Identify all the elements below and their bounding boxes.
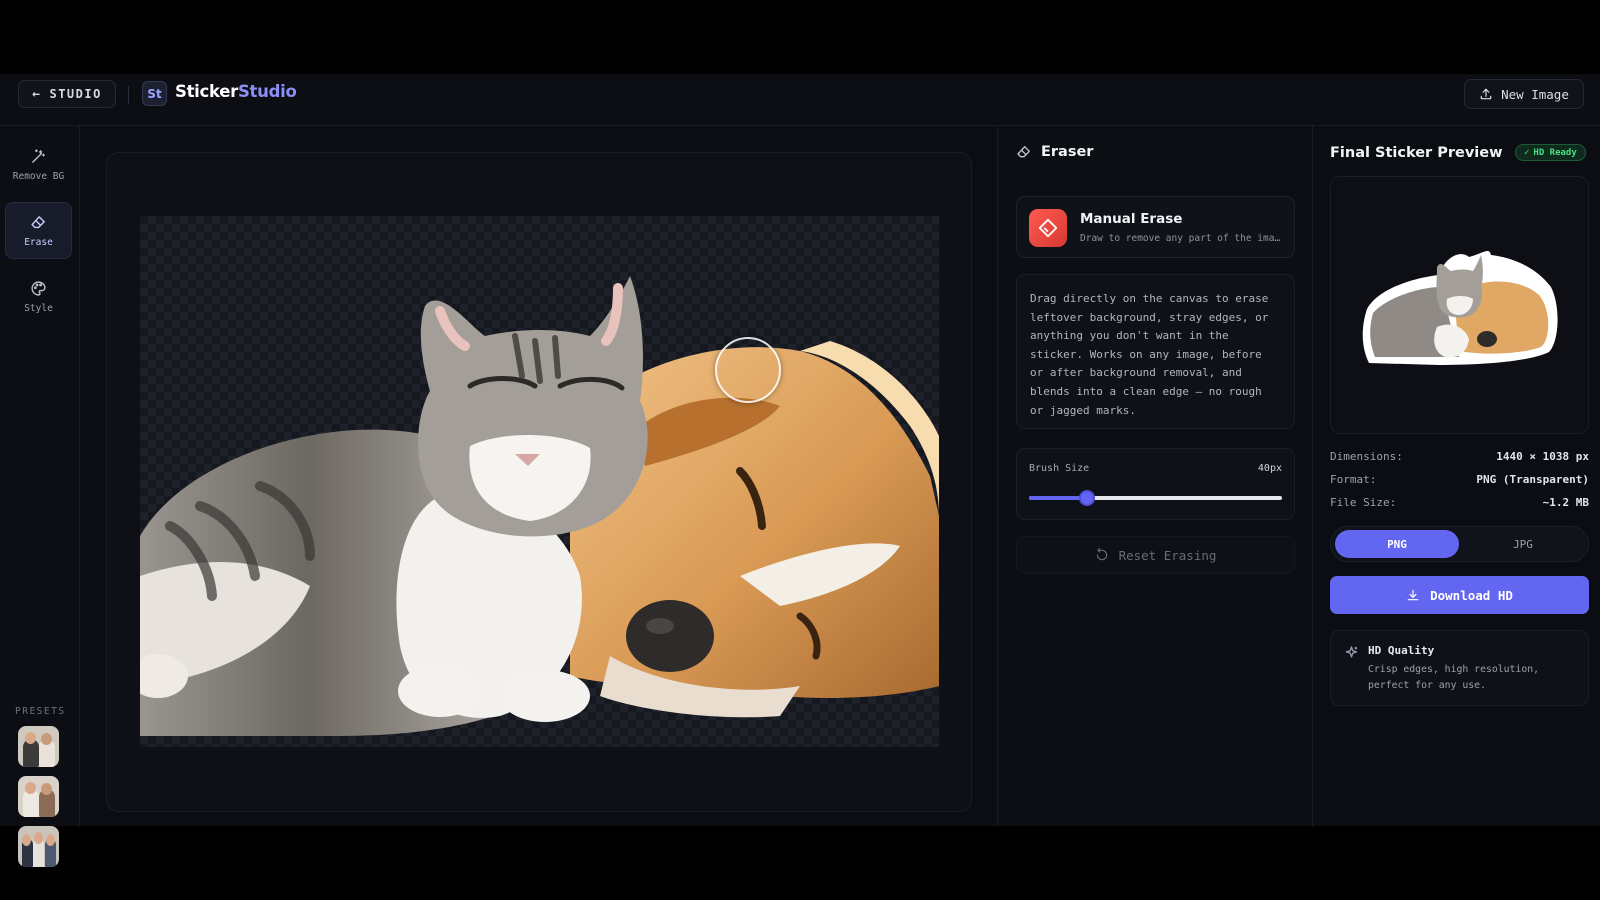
tool-style[interactable]: Style	[5, 268, 72, 325]
panel-title-text: Eraser	[1041, 144, 1094, 160]
sticker-preview-box	[1330, 176, 1589, 434]
brush-size-control: Brush Size 40px	[1016, 448, 1295, 520]
magic-wand-icon	[32, 148, 45, 163]
arrow-left-icon: ←	[32, 86, 42, 102]
preset-thumbnail[interactable]	[18, 826, 59, 867]
tool-label: Style	[24, 302, 53, 314]
top-header: ← STUDIO St StickerStudio New Image	[0, 74, 1600, 126]
mode-name: Manual Erase	[1080, 211, 1183, 227]
tool-label: Erase	[24, 236, 53, 248]
mode-description: Draw to remove any part of the image	[1080, 233, 1285, 244]
format-jpg-button[interactable]: JPG	[1461, 530, 1585, 558]
eraser-icon	[31, 215, 45, 228]
meta-format: Format: PNG (Transparent)	[1330, 473, 1589, 486]
quality-title: HD Quality	[1368, 644, 1435, 657]
sticker-preview-panel: Final Sticker Preview ✓ HD Ready Dimensi…	[1312, 126, 1600, 826]
eraser-panel: Eraser Manual Erase Draw to remove any p…	[997, 126, 1310, 826]
check-icon: ✓	[1524, 147, 1530, 158]
format-png-button[interactable]: PNG	[1335, 530, 1459, 558]
app-window: ← STUDIO St StickerStudio New Image Remo…	[0, 74, 1600, 867]
meta-dimensions: Dimensions: 1440 × 1038 px	[1330, 450, 1589, 463]
tool-rail: Remove BG Erase Style PRESETS	[0, 126, 80, 867]
download-hd-button[interactable]: Download HD	[1330, 576, 1589, 614]
quality-description: Crisp edges, high resolution, perfect fo…	[1368, 664, 1540, 691]
sticker-preview-image	[1362, 251, 1558, 365]
cat-and-dog-photo	[140, 276, 939, 736]
hd-badge-label: HD Ready	[1533, 147, 1577, 158]
header-divider	[128, 86, 129, 104]
app-logo: StickerStudio	[175, 82, 297, 101]
logo-badge: St	[142, 81, 167, 106]
hd-quality-card: HD Quality Crisp edges, high resolution,…	[1330, 630, 1589, 706]
brush-cursor	[715, 337, 781, 403]
slider-thumb[interactable]	[1079, 490, 1096, 506]
tool-remove-bg[interactable]: Remove BG	[5, 136, 72, 193]
format-toggle: PNG JPG	[1330, 526, 1589, 562]
logo-text-primary: Sticker	[175, 82, 238, 101]
back-button-label: STUDIO	[49, 87, 102, 101]
logo-text-accent: Studio	[237, 82, 297, 101]
hd-ready-badge: ✓ HD Ready	[1515, 144, 1586, 161]
manual-erase-card[interactable]: Manual Erase Draw to remove any part of …	[1016, 196, 1295, 258]
undo-icon	[1096, 548, 1107, 561]
eraser-instructions: Drag directly on the canvas to erase lef…	[1016, 274, 1295, 429]
panel-title: Eraser	[1016, 144, 1093, 160]
new-image-button[interactable]: New Image	[1464, 79, 1584, 109]
reset-label: Reset Erasing	[1118, 547, 1217, 563]
eraser-icon	[1029, 209, 1067, 247]
upload-icon	[1480, 88, 1492, 100]
preset-thumbnail[interactable]	[18, 776, 59, 817]
download-label: Download HD	[1430, 587, 1513, 603]
editor-canvas-frame	[106, 152, 972, 812]
new-image-label: New Image	[1501, 86, 1569, 102]
brush-size-label: Brush Size	[1029, 463, 1090, 474]
eraser-icon	[1017, 146, 1030, 158]
brush-size-slider[interactable]	[1029, 490, 1282, 506]
preview-title: Final Sticker Preview	[1330, 145, 1503, 161]
preset-thumbnail[interactable]	[18, 726, 59, 767]
tool-erase[interactable]: Erase	[5, 202, 72, 259]
brush-size-value: 40px	[1257, 463, 1282, 474]
sparkles-icon	[1345, 646, 1358, 658]
download-icon	[1407, 589, 1419, 601]
meta-file-size: File Size: ~1.2 MB	[1330, 496, 1589, 509]
tool-label: Remove BG	[12, 170, 65, 182]
palette-icon	[31, 280, 46, 296]
transparent-canvas[interactable]	[140, 216, 939, 747]
reset-erasing-button[interactable]: Reset Erasing	[1016, 536, 1295, 574]
presets-label: PRESETS	[15, 706, 66, 717]
back-to-studio-button[interactable]: ← STUDIO	[18, 80, 116, 108]
